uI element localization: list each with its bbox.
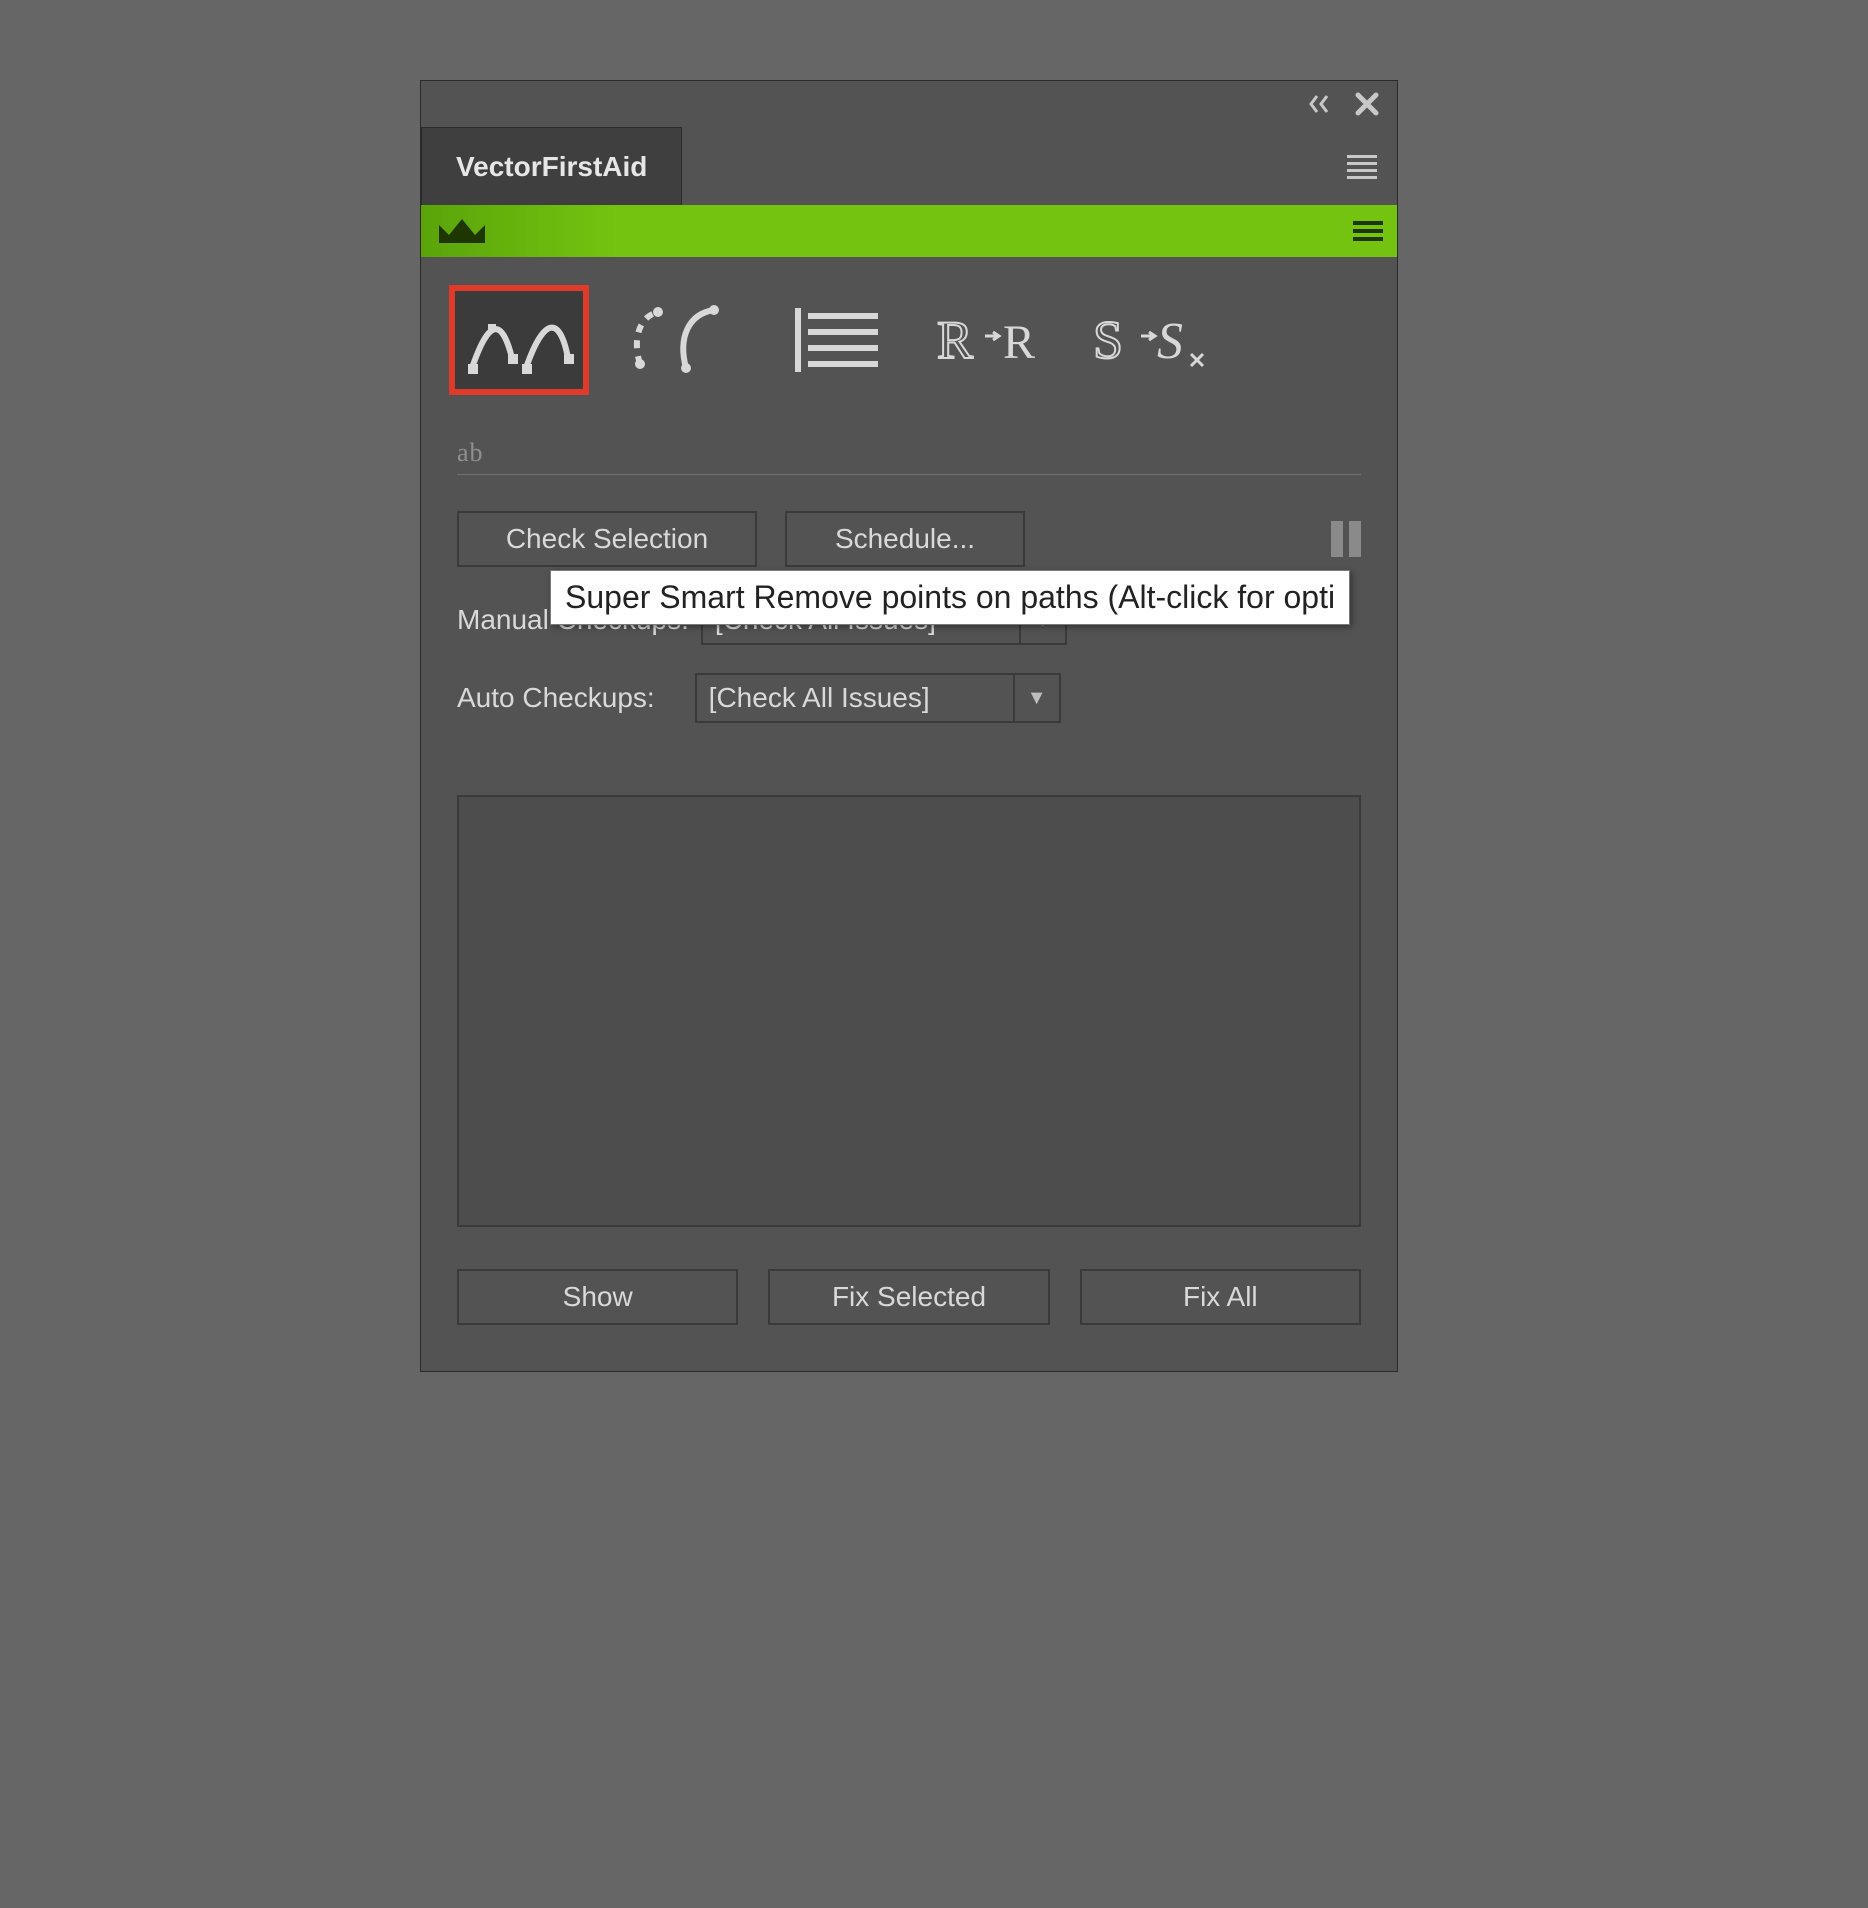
- fix-selected-button[interactable]: Fix Selected: [768, 1269, 1049, 1325]
- panel-menu-icon[interactable]: [1347, 153, 1397, 179]
- svg-text:R: R: [937, 310, 973, 370]
- ss-tool-icon: S S: [1091, 298, 1211, 382]
- check-selection-button[interactable]: Check Selection: [457, 511, 757, 567]
- tool-path-cleanup[interactable]: [607, 285, 747, 395]
- button-label: Schedule...: [835, 523, 975, 554]
- fix-all-button[interactable]: Fix All: [1080, 1269, 1361, 1325]
- crown-icon: [435, 213, 489, 249]
- tool-smart-remove[interactable]: [449, 285, 589, 395]
- brand-bar: [421, 205, 1397, 257]
- pause-icon[interactable]: [1331, 521, 1361, 557]
- button-label: Check Selection: [506, 523, 708, 554]
- tab-row: VectorFirstAid: [421, 127, 1397, 205]
- vectorfirstaid-panel: VectorFirstAid: [420, 80, 1398, 1372]
- tooltip: Super Smart Remove points on paths (Alt-…: [550, 570, 1350, 625]
- show-button[interactable]: Show: [457, 1269, 738, 1325]
- bottom-button-row: Show Fix Selected Fix All: [421, 1227, 1397, 1371]
- tab-label: VectorFirstAid: [456, 151, 647, 183]
- align-lines-icon: [780, 298, 890, 382]
- button-label: Fix Selected: [832, 1281, 986, 1312]
- select-value: [Check All Issues]: [709, 682, 930, 714]
- path-cleanup-icon: [622, 298, 732, 382]
- rr-tool-icon: R R: [933, 298, 1053, 382]
- svg-text:S: S: [1093, 310, 1123, 370]
- auto-checkups-label: Auto Checkups:: [457, 682, 655, 714]
- collapse-icon[interactable]: [1309, 94, 1337, 114]
- tab-vectorfirstaid[interactable]: VectorFirstAid: [421, 127, 682, 205]
- results-list[interactable]: [457, 795, 1361, 1227]
- auto-checkups-select[interactable]: [Check All Issues] ▼: [695, 673, 1061, 723]
- close-icon[interactable]: [1355, 92, 1379, 116]
- tool-rr[interactable]: R R: [923, 285, 1063, 395]
- svg-text:S: S: [1157, 313, 1183, 370]
- schedule-button[interactable]: Schedule...: [785, 511, 1025, 567]
- chevron-down-icon[interactable]: ▼: [1015, 673, 1061, 723]
- smart-remove-points-icon: [464, 298, 574, 382]
- panel-topstrip: [421, 81, 1397, 127]
- svg-text:R: R: [1003, 316, 1035, 369]
- tool-row-primary: R R S S: [421, 257, 1397, 415]
- button-label: Fix All: [1183, 1281, 1258, 1312]
- button-label: Show: [563, 1281, 633, 1312]
- ab-label: ab: [457, 438, 484, 468]
- brand-menu-icon[interactable]: [1353, 218, 1383, 244]
- tool-ss[interactable]: S S: [1081, 285, 1221, 395]
- tool-row-secondary: ab: [457, 415, 1361, 475]
- tool-align-lines[interactable]: [765, 285, 905, 395]
- tooltip-text: Super Smart Remove points on paths (Alt-…: [565, 579, 1335, 615]
